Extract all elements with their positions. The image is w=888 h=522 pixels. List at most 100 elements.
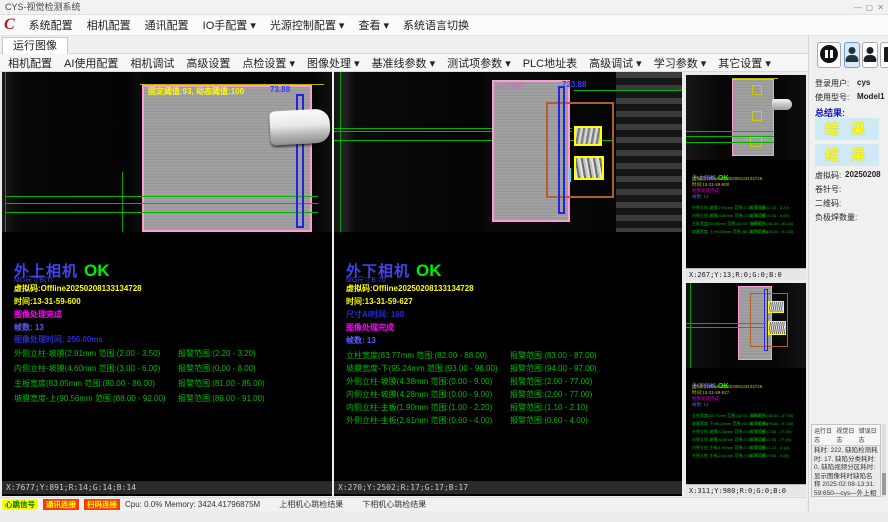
toolbar-item-learn-params[interactable]: 学习参数 ▾ (654, 55, 707, 71)
left-status-line: 图像处理完成 (14, 309, 62, 320)
lower-camera-heartbeat-result: 下相机心跳检结果 (362, 499, 426, 510)
menu-item-camera-config[interactable]: 相机配置 (87, 17, 131, 33)
comm-status-badge: 通讯连接 (43, 499, 79, 510)
log-scrollbar[interactable] (882, 424, 886, 497)
menu-item-comm-config[interactable]: 通讯配置 (145, 17, 189, 33)
middle-frames-line: 帧数: 13 (346, 335, 376, 346)
model-select[interactable]: Model1 (857, 92, 885, 101)
toolbar-item-camera-debug[interactable]: 相机调试 (130, 55, 174, 71)
window-title: CYS-视觉检测系统 (5, 2, 81, 12)
middle-measure-row: 内侧立柱-坡膜(4.28mm 范围:(0.00 - 9.00)报警范围:(2.0… (346, 389, 676, 400)
thumbnail-bottom[interactable]: 外下相机OK 虚拟码:Offline20250208133134728 时间:1… (686, 283, 806, 496)
close-button[interactable]: ✕ (877, 0, 884, 15)
qr-code-label: 二维码: (815, 198, 841, 209)
middle-camera-panel: AI检测框 723.88 外下相机OK MG尺寸B:70 虚拟码:Offline… (334, 72, 682, 496)
toolbar-item-image-process[interactable]: 图像处理 ▾ (307, 55, 360, 71)
sidebar: 登录用户: cys 使用型号: Model1 总结果: 结 果 结 果 虚拟码:… (808, 36, 888, 512)
toolbar: 相机配置 AI使用配置 相机调试 高级设置 点检设置 ▾ 图像处理 ▾ 基准线参… (0, 54, 888, 72)
app-logo-icon: C (4, 16, 15, 34)
left-measure-row: 主板宽度(83.05mm 范围:(80.00 - 86.00)报警范围:(81.… (14, 378, 324, 389)
thumbnail-top-image (686, 75, 806, 160)
left-frames-line: 帧数: 13 (14, 322, 44, 333)
thumbnail-top-coord-strip: X:267;Y:13;R:0;G:0;B:0 (686, 268, 806, 280)
toolbar-item-camera-config[interactable]: 相机配置 (8, 55, 52, 71)
title-bar: CYS-视觉检测系统 — ▢ ✕ (0, 0, 888, 15)
menu-item-language-switch[interactable]: 系统语言切换 (403, 17, 469, 33)
user-manage-button[interactable] (862, 42, 878, 68)
ai-box-label: AI检测框 (496, 82, 524, 92)
left-measure-row: 内侧立柱-坡膜(4.60mm 范围:(3.00 - 6.00)报警范围:(0.0… (14, 363, 324, 374)
heartbeat-status-badge: 心跳信号 (2, 499, 38, 510)
thumbnail-bottom-image (686, 283, 806, 368)
middle-measure-row: 立柱宽度(83.77mm 范围:(82.00 - 88.00)报警范围:(83.… (346, 350, 676, 361)
virtual-code-value: 20250208 (845, 170, 881, 179)
minimize-button[interactable]: — (854, 0, 862, 15)
model-label: 使用型号: (815, 92, 849, 103)
log-tab-run[interactable]: 运行日志 (814, 426, 833, 444)
tab-row: 运行图像 (0, 36, 888, 54)
menu-item-system-config[interactable]: 系统配置 (29, 17, 73, 33)
logout-button[interactable] (880, 42, 888, 68)
middle-measure-row: 外侧立柱-主板(2.61mm 范围:(0.60 - 4.00)报警范围:(0.6… (346, 415, 676, 426)
toolbar-item-ai-config[interactable]: AI使用配置 (64, 55, 118, 71)
middle-coord-strip: X:270;Y:2502;R:17;G:17;B:17 (334, 481, 682, 494)
scanner-status-badge: 扫码连接 (84, 499, 120, 510)
middle-blue-measure-label: 723.88 (562, 80, 586, 89)
result-badge-bottom: 结 果 (815, 144, 879, 166)
virtual-code-label: 虚拟码: (815, 170, 841, 181)
thumbnail-bottom-coord-strip: X:311;Y:980;R:0;G:0;B:0 (686, 484, 806, 496)
negative-weld-count-label: 负极焊数量: (815, 212, 857, 223)
left-time-line: 时间:13-31-59-600 (14, 296, 81, 307)
toolbar-item-spotcheck[interactable]: 点检设置 ▾ (242, 55, 295, 71)
middle-measure-row: 内侧立柱-主板(1.90mm 范围:(1.00 - 2.20)报警范围:(1.1… (346, 402, 676, 413)
status-bar: 心跳信号 通讯连接 扫码连接 Cpu: 0.0% Memory: 3424.41… (0, 497, 806, 511)
pause-button[interactable] (817, 42, 841, 68)
toolbar-item-test-params[interactable]: 测试项参数 ▾ (447, 55, 511, 71)
upper-camera-heartbeat-result: 上相机心跳检结果 (279, 499, 343, 510)
log-panel: 运行日志 视觉日志 错误日志 耗时: 222, 缺陷检测耗时: 17, 缺陷分类… (811, 424, 881, 497)
middle-ai-time-line: 尺寸AI时间: 168 (346, 309, 404, 320)
maximize-button[interactable]: ▢ (865, 0, 873, 15)
left-coord-strip: X:7677;Y:891;R:14;G:14;B:14 (2, 481, 332, 494)
login-user-value: cys (857, 78, 870, 87)
left-proctime-line: 图像处理时间: 256.00ms (14, 334, 103, 345)
log-tab-error[interactable]: 错误日志 (859, 426, 878, 444)
user-icon (867, 47, 874, 54)
log-tab-vision[interactable]: 视觉日志 (836, 426, 855, 444)
menu-item-io-config[interactable]: IO手配置 ▾ (203, 17, 256, 33)
log-body-text: 耗时: 222, 缺陷检测耗时: 17, 缺陷分类耗时: 0, 缺陷视频分区耗时… (812, 446, 880, 497)
result-badge-top: 结 果 (815, 118, 879, 140)
middle-camera-image[interactable]: AI检测框 723.88 (334, 72, 682, 232)
menu-bar: C 系统配置 相机配置 通讯配置 IO手配置 ▾ 光源控制配置 ▾ 查看 ▾ 系… (0, 15, 888, 36)
user-login-button[interactable] (844, 42, 860, 68)
left-code-line: 虚拟码:Offline20250208133134728 (14, 283, 142, 294)
menu-item-view[interactable]: 查看 ▾ (358, 17, 389, 33)
pause-icon (820, 45, 838, 63)
toolbar-item-advanced-debug[interactable]: 高级调试 ▾ (589, 55, 642, 71)
toolbar-item-advanced-settings[interactable]: 高级设置 (186, 55, 230, 71)
toolbar-item-baseline-params[interactable]: 基准线参数 ▾ (372, 55, 436, 71)
left-camera-image[interactable]: 73.88 固定阈值:93, 动态阈值:100 (2, 72, 332, 232)
left-measure-row: 坡膜宽度-上(90.56mm 范围:(88.00 - 92.00)报警范围:(8… (14, 393, 324, 404)
middle-code-line: 虚拟码:Offline20250208133134728 (346, 283, 474, 294)
login-user-label: 登录用户: (815, 78, 849, 89)
connector-tab-shape (269, 108, 331, 145)
app-window: CYS-视觉检测系统 — ▢ ✕ C 系统配置 相机配置 通讯配置 IO手配置 … (0, 0, 888, 522)
thumbnail-top[interactable]: 外上相机OK 虚拟码:Offline20250208133134728 时间:1… (686, 75, 806, 280)
left-blue-measure-label: 73.88 (270, 85, 290, 94)
middle-time-line: 时间:13-31-59-627 (346, 296, 413, 307)
user-icon (849, 47, 856, 54)
toolbar-item-plc-table[interactable]: PLC地址表 (523, 55, 577, 71)
middle-measure-row: 外侧立柱-坡膜(4.38mm 范围:(0.00 - 9.00)报警范围:(2.0… (346, 376, 676, 387)
tab-run-image[interactable]: 运行图像 (2, 37, 68, 55)
left-threshold-label: 固定阈值:93, 动态阈值:100 (148, 86, 244, 97)
left-measure-row: 外侧立柱-坡膜(2.91mm 范围:(2.00 - 3.50)报警范围:(2.2… (14, 348, 324, 359)
exit-door-icon (884, 47, 888, 62)
menu-item-light-config[interactable]: 光源控制配置 ▾ (270, 17, 345, 33)
left-camera-panel: 73.88 固定阈值:93, 动态阈值:100 外上相机OK MG尺寸B(T) … (2, 72, 332, 496)
middle-measure-row: 坡膜宽度-下(95.24mm 范围:(93.00 - 98.00)报警范围:(9… (346, 363, 676, 374)
cpu-memory-readout: Cpu: 0.0% Memory: 3424.41796875M (125, 500, 260, 509)
middle-status-line: 图像处理完成 (346, 322, 394, 333)
toolbar-item-other-settings[interactable]: 其它设置 ▾ (718, 55, 771, 71)
pin-number-label: 卷针号: (815, 184, 841, 195)
